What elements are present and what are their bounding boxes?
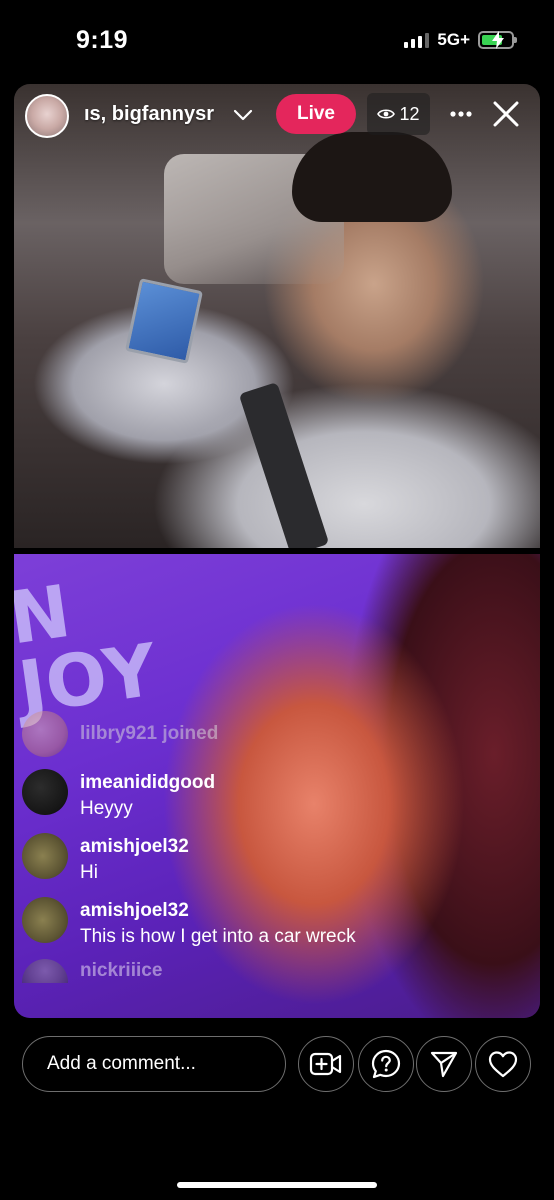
live-header: ıs, bigfannysr Live 12 bbox=[14, 84, 540, 148]
host-video[interactable] bbox=[14, 84, 540, 557]
viewer-count: 12 bbox=[399, 103, 420, 124]
comment-message: This is how I get into a car wreck bbox=[80, 926, 356, 947]
question-button[interactable] bbox=[358, 1036, 414, 1092]
comment-input[interactable] bbox=[22, 1036, 286, 1092]
question-icon bbox=[371, 1049, 401, 1079]
signal-icon bbox=[404, 32, 430, 48]
live-stream-frame: N JOY ıs, bigfannysr Live 12 lilbry921 jo… bbox=[14, 84, 540, 1018]
host-avatar[interactable] bbox=[25, 94, 69, 138]
comment-item-partial: nickriiice bbox=[22, 959, 502, 983]
join-notice: lilbry921 joined bbox=[22, 709, 502, 759]
live-badge: Live bbox=[276, 94, 356, 134]
comment-username: amishjoel32 bbox=[80, 836, 189, 857]
host-names[interactable]: ıs, bigfannysr bbox=[84, 103, 234, 126]
status-indicators: 5G+ bbox=[404, 30, 517, 50]
comment-item[interactable]: amishjoel32 This is how I get into a car… bbox=[22, 897, 502, 951]
like-button[interactable] bbox=[475, 1036, 531, 1092]
status-time: 9:19 bbox=[76, 26, 129, 54]
comment-username: amishjoel32 bbox=[80, 900, 189, 921]
home-indicator[interactable] bbox=[177, 1182, 377, 1188]
status-bar: 9:19 5G+ bbox=[0, 0, 554, 84]
comment-username: imeanididgood bbox=[80, 772, 216, 793]
comment-username: nickriiice bbox=[80, 960, 163, 981]
comment-message: Hi bbox=[80, 862, 98, 883]
eye-icon bbox=[377, 109, 396, 119]
avatar bbox=[22, 897, 68, 943]
join-text: lilbry921 joined bbox=[80, 723, 219, 744]
add-video-icon bbox=[309, 1052, 342, 1076]
avatar bbox=[22, 833, 68, 879]
heart-icon bbox=[488, 1051, 518, 1078]
send-icon bbox=[430, 1051, 458, 1078]
comment-message: Heyyy bbox=[80, 798, 133, 819]
comment-feed: lilbry921 joined imeanididgood Heyyy ami… bbox=[22, 709, 502, 983]
comment-item[interactable]: imeanididgood Heyyy bbox=[22, 769, 502, 823]
battery-icon bbox=[478, 31, 517, 49]
avatar bbox=[22, 769, 68, 815]
composer-bar bbox=[0, 1018, 554, 1200]
add-guest-button[interactable] bbox=[298, 1036, 354, 1092]
more-icon[interactable] bbox=[447, 100, 475, 128]
network-type: 5G+ bbox=[437, 30, 470, 49]
close-icon[interactable] bbox=[490, 98, 522, 130]
comment-item[interactable]: amishjoel32 Hi bbox=[22, 833, 502, 887]
avatar bbox=[22, 959, 68, 983]
chevron-down-icon[interactable] bbox=[232, 104, 254, 126]
viewer-count-button[interactable]: 12 bbox=[367, 93, 430, 135]
share-button[interactable] bbox=[416, 1036, 472, 1092]
avatar bbox=[22, 711, 68, 757]
